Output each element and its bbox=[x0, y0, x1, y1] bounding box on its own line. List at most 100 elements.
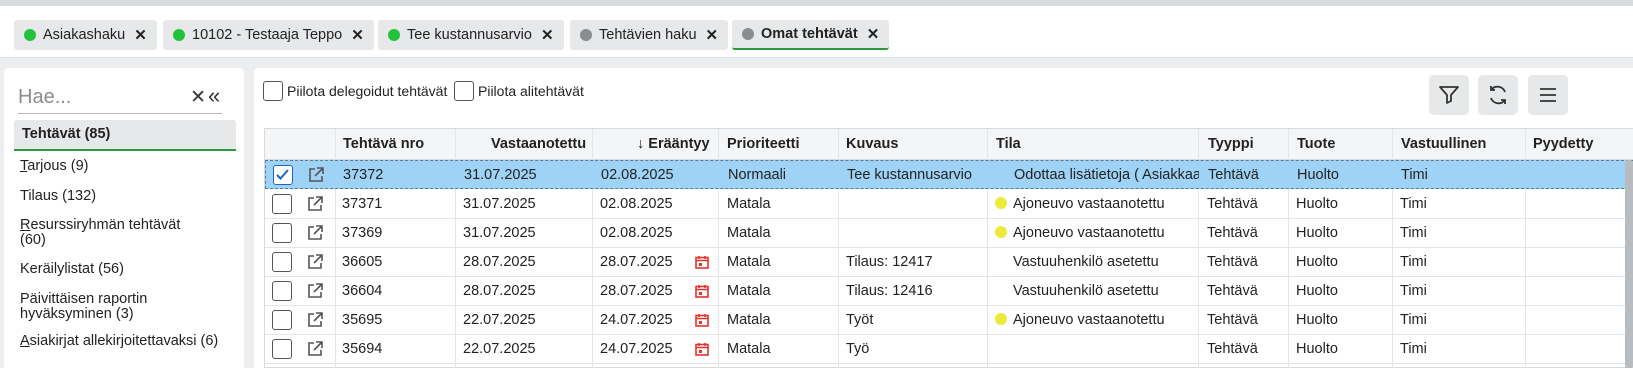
table-row[interactable]: 36604 28.07.2025 28.07.2025 Matala Tilau… bbox=[265, 277, 1633, 306]
refresh-icon bbox=[1490, 85, 1506, 105]
row-checkbox[interactable] bbox=[272, 194, 292, 214]
status-dot-icon bbox=[24, 29, 36, 41]
row-checkbox[interactable] bbox=[273, 165, 293, 185]
row-checkbox[interactable] bbox=[272, 281, 292, 301]
table-row[interactable]: 35694 22.07.2025 24.07.2025 Matala Työ T… bbox=[265, 335, 1633, 364]
table-row[interactable]: 36605 28.07.2025 28.07.2025 Matala Tilau… bbox=[265, 248, 1633, 277]
row-checkbox[interactable] bbox=[272, 223, 292, 243]
cell-nro: 36604 bbox=[342, 283, 383, 299]
sidebar-item-tehtavat[interactable]: Tehtävät (85) bbox=[14, 120, 236, 151]
col-header-tyyppi[interactable]: Tyyppi bbox=[1208, 129, 1254, 160]
table-row[interactable]: 37372 31.07.2025 02.08.2025 Normaali Tee… bbox=[265, 160, 1633, 189]
hide-subtasks-option[interactable]: Piilota alitehtävät bbox=[454, 81, 584, 101]
open-external-icon[interactable] bbox=[306, 165, 326, 185]
hide-delegated-option[interactable]: Piilota delegoidut tehtävät bbox=[263, 81, 447, 101]
cell-tila: Odottaa lisätietoja ( Asiakkaa bbox=[1014, 167, 1199, 183]
col-header-tila[interactable]: Tila bbox=[996, 129, 1021, 160]
tab-testaaja-teppo[interactable]: 10102 - Testaaja Teppo ✕ bbox=[163, 20, 374, 50]
col-header-prioriteetti[interactable]: Prioriteetti bbox=[727, 129, 800, 160]
tab-tee-kustannusarvio[interactable]: Tee kustannusarvio ✕ bbox=[378, 20, 564, 50]
table-row[interactable]: 37369 31.07.2025 02.08.2025 Matala Ajone… bbox=[265, 219, 1633, 248]
close-icon[interactable]: ✕ bbox=[351, 26, 364, 44]
cell-kuvaus: Työt bbox=[846, 312, 874, 328]
tab-bar: Asiakashaku ✕ 10102 - Testaaja Teppo ✕ T… bbox=[0, 6, 1633, 58]
cell-nro: 35694 bbox=[342, 341, 383, 357]
checkmark-icon bbox=[276, 169, 289, 180]
col-header-pyydetty[interactable]: Pyydetty bbox=[1533, 129, 1593, 160]
sidebar: ✕ « Tehtävät (85) Tarjous (9) Tilaus (13… bbox=[4, 68, 244, 368]
collapse-sidebar-icon[interactable]: « bbox=[208, 83, 220, 109]
search-input[interactable] bbox=[18, 82, 168, 112]
cell-tuote: Huolto bbox=[1296, 196, 1338, 212]
cell-vastaanotettu: 22.07.2025 bbox=[463, 341, 536, 357]
tasks-table: Tehtävä nro Vastaanotettu ↓ Erääntyy Pri… bbox=[264, 128, 1633, 368]
open-external-icon[interactable] bbox=[305, 194, 325, 214]
cell-eraantyy: 24.07.2025 bbox=[600, 312, 673, 328]
close-icon[interactable]: ✕ bbox=[867, 25, 880, 43]
cell-kuvaus: Tilaus: 12417 bbox=[846, 254, 933, 270]
tab-label: 10102 - Testaaja Teppo bbox=[192, 27, 343, 43]
col-header-tuote[interactable]: Tuote bbox=[1297, 129, 1335, 160]
sidebar-item-asiakirjat[interactable]: Asiakirjat allekirjoitettavaksi (6) bbox=[20, 334, 220, 349]
cell-vastuullinen: Timi bbox=[1400, 196, 1427, 212]
cell-tuote: Huolto bbox=[1296, 283, 1338, 299]
cell-tila: Vastuuhenkilö asetettu bbox=[1013, 283, 1159, 299]
status-dot-icon bbox=[995, 226, 1007, 238]
sidebar-item-resurssiryhman-tehtavat[interactable]: Resurssiryhmän tehtävät (60) bbox=[20, 218, 200, 248]
cell-tyyppi: Tehtävä bbox=[1207, 196, 1258, 212]
table-row[interactable]: 37371 31.07.2025 02.08.2025 Matala Ajone… bbox=[265, 190, 1633, 219]
close-icon[interactable]: ✕ bbox=[706, 26, 719, 44]
sidebar-item-keraylylistat[interactable]: Keräilylistat (56) bbox=[20, 262, 220, 277]
cell-tyyppi: Tehtävä bbox=[1208, 167, 1259, 183]
hide-delegated-checkbox[interactable] bbox=[263, 81, 283, 101]
status-dot-icon bbox=[580, 29, 592, 41]
col-header-vastuullinen[interactable]: Vastuullinen bbox=[1401, 129, 1486, 160]
sidebar-item-tarjous[interactable]: Tarjous (9) bbox=[20, 159, 220, 174]
hide-subtasks-checkbox[interactable] bbox=[454, 81, 474, 101]
menu-button[interactable] bbox=[1528, 75, 1568, 115]
cell-nro: 37371 bbox=[342, 196, 383, 212]
cell-prioriteetti: Matala bbox=[727, 341, 771, 357]
tab-asiakashaku[interactable]: Asiakashaku ✕ bbox=[14, 20, 157, 50]
status-dot-icon bbox=[995, 313, 1007, 325]
cell-nro: 37369 bbox=[342, 225, 383, 241]
open-external-icon[interactable] bbox=[305, 252, 325, 272]
open-external-icon[interactable] bbox=[305, 339, 325, 359]
sidebar-item-tilaus[interactable]: Tilaus (132) bbox=[20, 189, 220, 204]
tab-omat-tehtavat[interactable]: Omat tehtävät ✕ bbox=[732, 20, 890, 50]
vertical-scrollbar[interactable] bbox=[1625, 160, 1633, 368]
status-dot-icon bbox=[742, 28, 754, 40]
cell-tuote: Huolto bbox=[1296, 254, 1338, 270]
open-external-icon[interactable] bbox=[305, 223, 325, 243]
open-external-icon[interactable] bbox=[305, 281, 325, 301]
filter-button[interactable] bbox=[1429, 75, 1469, 115]
cell-tyyppi: Tehtävä bbox=[1207, 225, 1258, 241]
clear-icon[interactable]: ✕ bbox=[190, 86, 206, 109]
close-icon[interactable]: ✕ bbox=[541, 26, 554, 44]
cell-eraantyy: 28.07.2025 bbox=[600, 254, 673, 270]
cell-eraantyy: 24.07.2025 bbox=[600, 341, 673, 357]
cell-eraantyy: 28.07.2025 bbox=[600, 283, 673, 299]
cell-tuote: Huolto bbox=[1296, 341, 1338, 357]
cell-prioriteetti: Matala bbox=[727, 312, 771, 328]
row-checkbox[interactable] bbox=[272, 339, 292, 359]
cell-eraantyy: 02.08.2025 bbox=[600, 196, 673, 212]
col-header-nro[interactable]: Tehtävä nro bbox=[343, 129, 424, 160]
col-header-kuvaus[interactable]: Kuvaus bbox=[846, 129, 898, 160]
cell-tuote: Huolto bbox=[1297, 167, 1339, 183]
cell-vastaanotettu: 28.07.2025 bbox=[463, 283, 536, 299]
sidebar-item-paivittaisen-raportin[interactable]: Päivittäisen raportin hyväksyminen (3) bbox=[20, 292, 170, 322]
col-header-vastaanotettu[interactable]: Vastaanotettu bbox=[491, 129, 586, 160]
tab-tehtavien-haku[interactable]: Tehtävien haku ✕ bbox=[570, 20, 729, 50]
cell-vastuullinen: Timi bbox=[1400, 283, 1427, 299]
col-header-eraantyy[interactable]: ↓ Erääntyy bbox=[637, 129, 710, 160]
filter-icon bbox=[1439, 86, 1459, 104]
cell-prioriteetti: Matala bbox=[727, 225, 771, 241]
row-checkbox[interactable] bbox=[272, 310, 292, 330]
open-external-icon[interactable] bbox=[305, 310, 325, 330]
close-icon[interactable]: ✕ bbox=[134, 26, 147, 44]
refresh-button[interactable] bbox=[1478, 75, 1518, 115]
row-checkbox[interactable] bbox=[272, 252, 292, 272]
table-row[interactable]: 35695 22.07.2025 24.07.2025 Matala Työt … bbox=[265, 306, 1633, 335]
cell-tyyppi: Tehtävä bbox=[1207, 254, 1258, 270]
